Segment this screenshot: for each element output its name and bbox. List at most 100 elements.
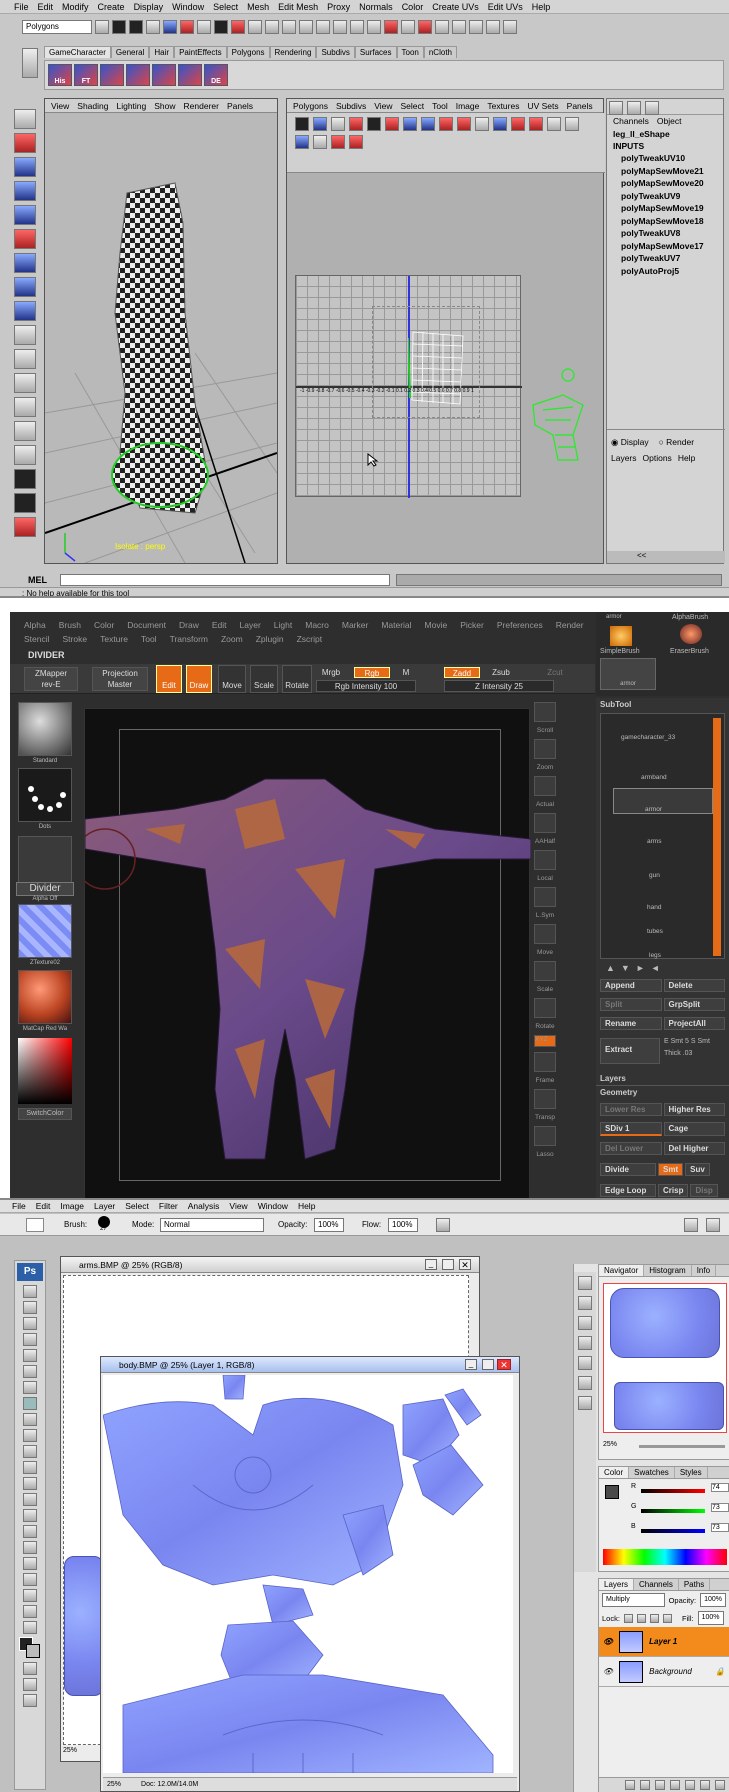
move-tool-icon[interactable]: [14, 181, 36, 201]
snap-plane-icon[interactable]: [299, 20, 313, 34]
uv-checker-icon[interactable]: [565, 117, 579, 131]
tab-swatches[interactable]: Swatches: [629, 1467, 675, 1478]
menu-display[interactable]: Display: [134, 2, 164, 12]
thick-slider[interactable]: Thick .03: [664, 1050, 692, 1057]
divide-button[interactable]: Divide: [600, 1163, 656, 1176]
blur-tool-icon[interactable]: [23, 1477, 37, 1490]
tab-color[interactable]: Color: [599, 1467, 630, 1478]
frame-icon[interactable]: [534, 1052, 556, 1072]
b-slider[interactable]: [641, 1529, 705, 1533]
history-brush-icon[interactable]: [23, 1429, 37, 1442]
projection-master-button[interactable]: Projection Master: [92, 667, 148, 691]
subtool-item[interactable]: armor: [645, 806, 662, 813]
help-icon[interactable]: [333, 20, 347, 34]
zb-menu-macro[interactable]: Macro: [305, 618, 329, 632]
notes-tool-icon[interactable]: [23, 1573, 37, 1586]
zmapper-button[interactable]: ZMapper rev-E: [24, 667, 78, 691]
navigator-preview[interactable]: [603, 1283, 727, 1433]
input-node[interactable]: polyMapSewMove20: [607, 177, 723, 190]
vp-menu-shading[interactable]: Shading: [77, 101, 108, 111]
character-palette-icon[interactable]: [578, 1376, 592, 1390]
edit-button[interactable]: Edit: [156, 665, 182, 693]
zb-menu-marker[interactable]: Marker: [342, 618, 368, 632]
zb-menu-movie[interactable]: Movie: [425, 618, 448, 632]
layers-menu[interactable]: Layers: [611, 453, 637, 463]
tool-presets-icon[interactable]: [578, 1296, 592, 1310]
texture-thumb[interactable]: [18, 904, 72, 958]
ps-menu-image[interactable]: Image: [60, 1200, 84, 1212]
projectall-button[interactable]: ProjectAll: [663, 1017, 725, 1030]
menu-window[interactable]: Window: [172, 2, 204, 12]
uv-menu-select[interactable]: Select: [401, 101, 425, 111]
new-layer-icon[interactable]: [700, 1780, 710, 1790]
layout-icon[interactable]: [452, 20, 466, 34]
eye-icon[interactable]: 👁: [603, 1667, 613, 1676]
tool-settings-icon[interactable]: [486, 20, 500, 34]
split-button[interactable]: Split: [600, 998, 662, 1011]
rgb-button[interactable]: Rgb: [354, 667, 390, 678]
pen-tool-icon[interactable]: [23, 1509, 37, 1522]
disp-button[interactable]: Disp: [690, 1184, 718, 1197]
perspective-viewport[interactable]: View Shading Lighting Show Renderer Pane…: [44, 98, 278, 564]
ps-menu-select[interactable]: Select: [125, 1200, 149, 1212]
rotate-tool-icon[interactable]: [14, 205, 36, 225]
open-scene-icon[interactable]: [112, 20, 126, 34]
channels-tab[interactable]: Channels: [613, 115, 649, 128]
input-node[interactable]: polyTweakUV10: [607, 152, 723, 165]
input-node[interactable]: polyTweakUV8: [607, 227, 723, 240]
layout-uv-icon[interactable]: [14, 445, 36, 465]
shelf-menu-arrow[interactable]: [22, 48, 38, 78]
arrow-left-icon[interactable]: ◄: [651, 963, 660, 973]
screen-mode-icon[interactable]: [23, 1678, 37, 1691]
shelf-tab-polygons[interactable]: Polygons: [226, 46, 270, 58]
mental-ray-icon[interactable]: [14, 517, 36, 537]
uv-menu-image[interactable]: Image: [456, 101, 480, 111]
del-lower-button[interactable]: Del Lower: [600, 1142, 662, 1155]
tab-histogram[interactable]: Histogram: [644, 1265, 692, 1276]
zb-menu-transform[interactable]: Transform: [170, 632, 208, 646]
rotate-icon[interactable]: [534, 998, 556, 1018]
suv-toggle[interactable]: Suv: [685, 1163, 710, 1176]
attribute-tab-icon[interactable]: [645, 101, 659, 115]
mode-select[interactable]: Normal: [160, 1218, 264, 1232]
history-icon[interactable]: [316, 20, 330, 34]
zb-menu-texture[interactable]: Texture: [100, 632, 128, 646]
tab-styles[interactable]: Styles: [675, 1467, 708, 1478]
select-object-icon[interactable]: [163, 20, 177, 34]
zb-menu-document[interactable]: Document: [127, 618, 166, 632]
actions-palette-icon[interactable]: [578, 1356, 592, 1370]
shelf-his-button[interactable]: His: [48, 64, 72, 86]
zb-menu-zplugin[interactable]: Zplugin: [256, 632, 284, 646]
shape-name[interactable]: leg_ll_eShape: [607, 128, 723, 140]
b-value[interactable]: 73: [711, 1523, 729, 1532]
vertex-mode-icon[interactable]: [214, 20, 228, 34]
paragraph-palette-icon[interactable]: [578, 1396, 592, 1410]
select-component-icon[interactable]: [180, 20, 194, 34]
last-tool-icon[interactable]: [14, 301, 36, 321]
menu-modify[interactable]: Modify: [62, 2, 89, 12]
magic-wand-icon[interactable]: [23, 1333, 37, 1346]
blend-mode-select[interactable]: Multiply: [602, 1593, 665, 1607]
object-tab[interactable]: Object: [657, 115, 682, 128]
simple-brush-label[interactable]: SimpleBrush: [600, 648, 640, 655]
input-node[interactable]: polyMapSewMove18: [607, 215, 723, 228]
uv-menu-subdivs[interactable]: Subdivs: [336, 101, 366, 111]
arrow-right-icon[interactable]: ►: [636, 963, 645, 973]
uv-menu-tool[interactable]: Tool: [432, 101, 448, 111]
subtool-item[interactable]: gun: [649, 872, 660, 879]
mode-select[interactable]: Polygons: [22, 20, 92, 34]
body-document-window[interactable]: body.BMP @ 25% (Layer 1, RGB/8) _ ✕ 25% …: [100, 1356, 520, 1792]
scale-icon[interactable]: [534, 961, 556, 981]
geometry-header[interactable]: Geometry: [596, 1085, 729, 1099]
move-tool-icon[interactable]: [23, 1285, 37, 1298]
zb-menu-stroke[interactable]: Stroke: [63, 632, 88, 646]
soft-mod-icon[interactable]: [14, 277, 36, 297]
uv-grid-icon[interactable]: [367, 117, 381, 131]
snap-point-icon[interactable]: [282, 20, 296, 34]
render-radio[interactable]: ○ Render: [659, 437, 694, 448]
adjustment-layer-icon[interactable]: [670, 1780, 680, 1790]
shelf-button-3[interactable]: [100, 64, 124, 86]
trash-icon[interactable]: [715, 1780, 725, 1790]
shelf-tab-gamecharacter[interactable]: GameCharacter: [44, 46, 111, 58]
clone-stamp-icon[interactable]: [23, 1413, 37, 1426]
